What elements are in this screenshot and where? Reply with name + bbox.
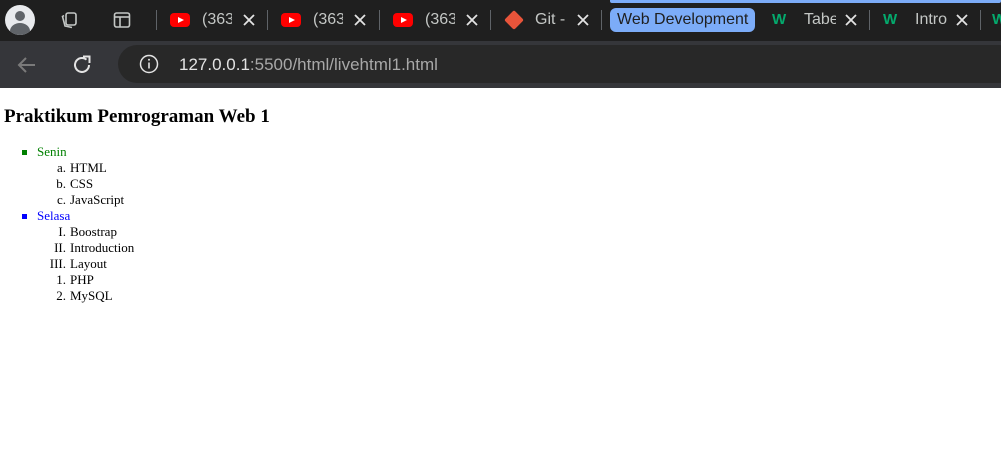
reload-icon[interactable]	[70, 53, 94, 77]
tab-youtube-3[interactable]: (363	[381, 4, 489, 36]
tab-label: (363	[425, 11, 455, 28]
web-page-content: Praktikum Pemrograman Web 1 Senin a. HTM…	[0, 88, 1001, 471]
list-marker: 2.	[56, 288, 66, 303]
tab-label: Tabe	[804, 11, 836, 28]
url-text[interactable]: 127.0.0.1:5500/html/livehtml1.html	[179, 55, 438, 75]
close-tab-icon[interactable]	[242, 13, 256, 27]
site-info-icon[interactable]	[139, 54, 159, 74]
youtube-icon	[393, 13, 413, 27]
w3schools-icon: W	[992, 11, 1001, 28]
list-marker: b.	[56, 176, 66, 191]
list-item: Introduction	[70, 240, 135, 255]
tab-search-icon[interactable]	[111, 9, 133, 31]
list-item: HTML	[70, 160, 107, 175]
close-tab-icon[interactable]	[465, 13, 479, 27]
list-marker: a.	[56, 160, 66, 175]
w3schools-icon: W	[883, 11, 897, 28]
list-item: CSS	[70, 176, 94, 191]
list-item: Layout	[70, 256, 107, 271]
close-tab-icon[interactable]	[844, 13, 858, 27]
tab-separator	[379, 10, 380, 30]
url-path: :5500/html/livehtml1.html	[249, 55, 438, 74]
close-tab-icon[interactable]	[955, 13, 969, 27]
tab-strip: (363 (363 (363 Git - Web Development W T…	[0, 0, 1001, 41]
w3schools-icon: W	[772, 11, 786, 28]
page-title: Praktikum Pemrograman Web 1	[4, 106, 270, 127]
close-tab-icon[interactable]	[576, 13, 590, 27]
list-marker: I.	[58, 224, 66, 239]
list-marker: 1.	[56, 272, 66, 287]
tab-separator	[156, 10, 157, 30]
tab-separator	[267, 10, 268, 30]
list-item: MySQL	[70, 288, 113, 303]
list-marker: II.	[54, 240, 66, 255]
profile-avatar-icon[interactable]	[5, 5, 35, 35]
tab-groups-icon[interactable]	[58, 9, 80, 31]
list-item: PHP	[70, 272, 94, 287]
tab-label: (363	[313, 11, 343, 28]
youtube-icon	[170, 13, 190, 27]
tab-group-chip[interactable]: Web Development	[610, 8, 756, 32]
tab-separator	[869, 10, 870, 30]
list-bullet	[22, 214, 27, 219]
tab-group-underline	[610, 0, 1001, 3]
tab-separator	[601, 10, 602, 30]
tab-w3schools-2[interactable]: W Intro	[871, 4, 979, 36]
list-marker: c.	[56, 192, 66, 207]
back-arrow-icon[interactable]	[15, 53, 39, 77]
youtube-icon	[281, 13, 301, 27]
list-item-selasa: Selasa	[37, 208, 71, 223]
tab-w3schools-1[interactable]: W Tabe	[760, 4, 868, 36]
tab-label: Git -	[535, 11, 566, 28]
tab-separator	[490, 10, 491, 30]
list-item-senin: Senin	[37, 144, 67, 159]
tab-git[interactable]: Git -	[492, 4, 600, 36]
tab-separator	[980, 10, 981, 30]
tab-label: (363	[202, 11, 232, 28]
browser-toolbar: 127.0.0.1:5500/html/livehtml1.html	[0, 41, 1001, 88]
close-tab-icon[interactable]	[353, 13, 367, 27]
tab-youtube-2[interactable]: (363	[269, 4, 377, 36]
address-bar[interactable]: 127.0.0.1:5500/html/livehtml1.html	[118, 45, 1001, 83]
git-icon	[504, 10, 524, 30]
url-host: 127.0.0.1	[179, 55, 250, 74]
list-marker: III.	[49, 256, 66, 271]
list-bullet	[22, 150, 27, 155]
list-item: JavaScript	[70, 192, 125, 207]
tab-label: Intro	[915, 11, 947, 28]
list-item: Boostrap	[70, 224, 117, 239]
tab-youtube-1[interactable]: (363	[158, 4, 266, 36]
